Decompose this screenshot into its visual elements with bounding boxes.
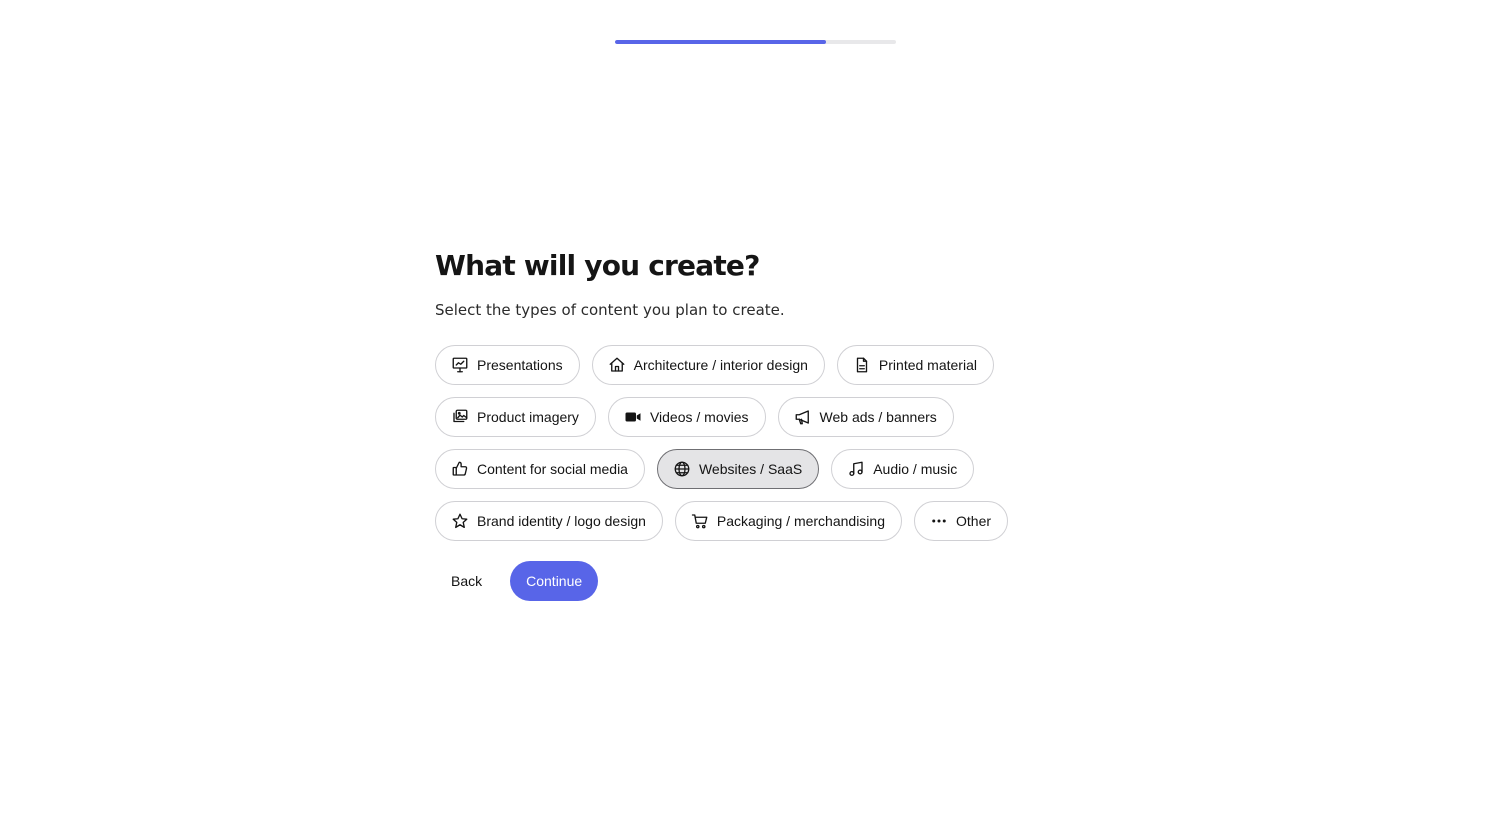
back-button[interactable]: Back <box>435 561 498 601</box>
option-label: Brand identity / logo design <box>477 513 646 529</box>
option-videos-movies[interactable]: Videos / movies <box>607 397 766 437</box>
globe-icon <box>673 460 691 478</box>
option-presentations[interactable]: Presentations <box>435 345 580 385</box>
step-actions: Back Continue <box>435 561 1075 601</box>
option-label: Audio / music <box>873 461 958 477</box>
megaphone-icon <box>794 408 812 426</box>
document-icon <box>853 356 871 374</box>
option-label: Content for social media <box>477 461 628 477</box>
option-label: Videos / movies <box>649 409 749 425</box>
option-content-for-social-media[interactable]: Content for social media <box>435 449 645 489</box>
option-websites-saas[interactable]: Websites / SaaS <box>656 449 820 489</box>
star-icon <box>451 512 469 530</box>
video-camera-icon <box>624 408 642 426</box>
music-note-icon <box>847 460 865 478</box>
option-audio-music[interactable]: Audio / music <box>831 449 975 489</box>
option-label: Presentations <box>477 357 563 373</box>
content-type-options: Presentations Architecture / interior de… <box>435 345 1075 541</box>
option-architecture-interior-design[interactable]: Architecture / interior design <box>591 345 825 385</box>
option-packaging-merchandising[interactable]: Packaging / merchandising <box>674 501 902 541</box>
option-label: Product imagery <box>477 409 579 425</box>
onboarding-step: What will you create? Select the types o… <box>435 248 1075 601</box>
presentation-chart-icon <box>451 356 469 374</box>
option-other[interactable]: Other <box>914 501 1009 541</box>
option-row: Brand identity / logo design Packaging /… <box>435 501 1075 541</box>
progress-bar <box>615 40 896 44</box>
continue-button[interactable]: Continue <box>510 561 599 601</box>
option-label: Web ads / banners <box>819 409 937 425</box>
home-icon <box>608 356 626 374</box>
option-row: Content for social media Websites / SaaS… <box>435 449 1075 489</box>
cart-icon <box>691 512 709 530</box>
page-subtitle: Select the types of content you plan to … <box>435 301 785 319</box>
option-brand-identity-logo-design[interactable]: Brand identity / logo design <box>435 501 663 541</box>
option-web-ads-banners[interactable]: Web ads / banners <box>777 397 954 437</box>
option-label: Architecture / interior design <box>633 357 808 373</box>
option-label: Printed material <box>878 357 977 373</box>
option-printed-material[interactable]: Printed material <box>836 345 994 385</box>
more-dots-icon <box>930 512 948 530</box>
progress-bar-fill <box>615 40 826 44</box>
page-title: What will you create? <box>435 249 760 282</box>
image-stack-icon <box>451 408 469 426</box>
option-row: Product imagery Videos / movies Web ads … <box>435 397 1075 437</box>
option-label: Other <box>956 513 992 529</box>
option-label: Websites / SaaS <box>698 461 803 477</box>
option-row: Presentations Architecture / interior de… <box>435 345 1075 385</box>
thumbs-up-icon <box>451 460 469 478</box>
option-label: Packaging / merchandising <box>716 513 885 529</box>
option-product-imagery[interactable]: Product imagery <box>435 397 596 437</box>
